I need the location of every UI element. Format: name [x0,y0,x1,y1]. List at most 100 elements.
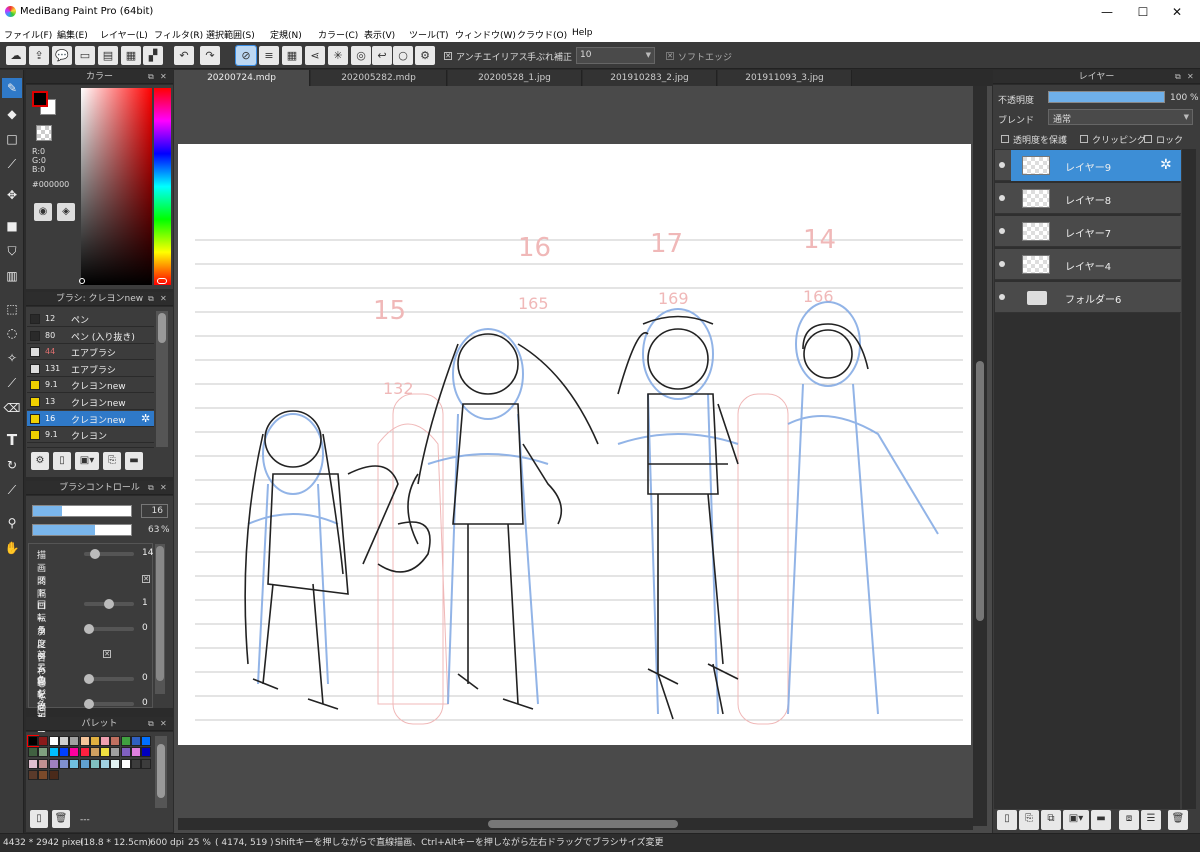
brush-control-slider[interactable] [84,549,134,559]
brush-item[interactable]: 9.1 クレヨン [27,427,154,444]
brush-control-slider[interactable] [84,624,134,634]
hue-cursor[interactable] [157,278,167,284]
palette-swatch[interactable] [100,747,111,758]
clipping-checkbox[interactable] [1080,135,1088,143]
snap-off-icon[interactable]: ⊘ [235,45,257,66]
transparent-color-swatch[interactable] [36,125,52,141]
palette-swatch[interactable] [89,758,100,769]
layer-opacity-bar[interactable] [1048,91,1165,103]
panel-icon[interactable]: ▤ [98,46,118,65]
close-icon[interactable]: ✕ [160,70,167,84]
lasso-tool-icon[interactable]: ◌ [2,323,22,343]
tile-icon[interactable]: ▞ [143,46,163,65]
palette-swatch[interactable] [38,758,49,769]
palette-swatch[interactable] [69,747,80,758]
palette-swatch[interactable] [131,736,141,746]
add-layer-menu-icon[interactable]: ▣▾ [1063,810,1089,830]
protect-alpha-checkbox[interactable] [1001,135,1009,143]
redo-button[interactable]: ↷ [200,46,220,65]
eyedropper-tool-icon[interactable]: ⚲ [2,513,22,533]
palette-swatch[interactable] [120,758,131,769]
layer-list-scrollbar[interactable] [1182,149,1196,809]
scroll-thumb[interactable] [156,546,164,681]
menu-ruler[interactable]: 定規(N) [270,28,302,41]
duplicate-layer-icon[interactable]: ⧉ [1041,810,1061,830]
brush-item[interactable]: 44 エアブラシ [27,344,154,361]
visibility-icon[interactable] [999,228,1005,234]
tab-202005282[interactable]: 202005282.mdp [311,70,447,86]
palette-swatch[interactable] [131,747,141,758]
menu-tool[interactable]: ツール(T) [409,28,449,41]
palette-swatch[interactable] [110,747,121,758]
add-brush-menu-icon[interactable]: ▣▾ [75,452,99,470]
brush-tool-icon[interactable]: ✎ [2,78,22,98]
merge-layer-icon[interactable]: ⧈ [1119,810,1139,830]
snap-grid-icon[interactable]: ▦ [282,46,302,65]
palette-swatch[interactable] [141,747,152,758]
horizontal-scrollbar[interactable] [178,818,973,830]
menu-layer[interactable]: レイヤー(L) [100,28,148,41]
tab-201911093-3[interactable]: 201911093_3.jpg [718,70,852,86]
saturation-value-picker[interactable] [81,88,152,285]
scroll-thumb[interactable] [488,820,678,828]
snap-circle-icon[interactable]: ◎ [351,46,371,65]
rectangle-tool-icon[interactable]: □ [2,129,22,149]
select-eraser-tool-icon[interactable]: ⌫ [2,398,22,418]
operation-tool-icon[interactable]: ↻ [2,455,22,475]
snap-settings-icon[interactable]: ⚙ [415,46,435,65]
palette-swatch[interactable] [79,747,90,758]
slider-knob[interactable] [84,674,94,684]
bucket-tool-icon[interactable]: ⛉ [2,241,22,261]
visibility-icon[interactable] [999,162,1005,168]
new-brush-icon[interactable]: ▯ [53,452,71,470]
brush-opacity-bar[interactable] [32,524,132,536]
palette-swatch[interactable] [38,747,49,758]
lock-checkbox[interactable] [1144,135,1152,143]
snap-parallel-icon[interactable]: ≡ [259,46,279,65]
slider-knob[interactable] [104,599,114,609]
layer-row[interactable]: フォルダー6 [995,282,1181,313]
menu-color[interactable]: カラー(C) [318,28,358,41]
scroll-thumb[interactable] [158,313,166,343]
brush-copy-icon[interactable]: ⎘ [103,452,121,470]
stabilizer-select[interactable]: 10 ▼ [576,47,655,64]
gradient-tool-icon[interactable]: ▥ [2,266,22,286]
palette-swatch[interactable] [100,758,111,769]
brush-control-slider[interactable] [84,699,134,709]
brush-size-bar[interactable] [32,505,132,517]
palette-swatch[interactable] [89,747,100,758]
copy-layer-icon[interactable]: ⎘ [1019,810,1039,830]
scroll-thumb[interactable] [157,744,165,798]
palette-swatch[interactable] [79,736,90,746]
layer-row[interactable]: レイヤー7 [995,216,1181,247]
select-tool-icon[interactable]: ⬚ [2,299,22,319]
slider-knob[interactable] [90,549,100,559]
move-tool-icon[interactable]: ✥ [2,185,22,205]
slider-knob[interactable] [84,699,94,709]
menu-view[interactable]: 表示(V) [364,28,395,41]
layer-row[interactable]: レイヤー4 [995,249,1181,280]
fill-rect-tool-icon[interactable]: ■ [2,216,22,236]
foreground-color-swatch[interactable] [32,91,48,107]
palette-swatch[interactable] [89,736,100,746]
palette-swatch[interactable] [27,735,39,747]
palette-swatch[interactable] [48,758,59,769]
brush-control-checkbox[interactable]: ✕ [142,575,150,583]
hand-tool-icon[interactable]: ✋ [2,538,22,558]
tab-20200528-1[interactable]: 20200528_1.jpg [448,70,582,86]
palette-swatch[interactable] [110,736,121,746]
close-icon[interactable]: ✕ [160,292,167,306]
brush-item[interactable]: 16 クレヨンnew ✲ [27,410,154,427]
drawing-canvas[interactable]: 15 16 17 14 132 165 169 166 [178,144,971,745]
menu-edit[interactable]: 編集(E) [57,28,88,41]
gear-icon[interactable]: ✲ [141,412,150,425]
brush-item[interactable]: 10 クレヨン2 [27,443,154,448]
popout-icon[interactable]: ⧉ [148,717,154,731]
palette-swatch[interactable] [28,758,38,769]
palette-swatch[interactable] [48,736,59,746]
comment-icon[interactable]: 💬 [52,46,72,65]
popout-icon[interactable]: ⧉ [148,481,154,495]
antialias-checkbox[interactable]: ✕ [444,52,452,60]
magic-wand-tool-icon[interactable]: ✧ [2,348,22,368]
palette-swatch[interactable] [141,736,152,746]
